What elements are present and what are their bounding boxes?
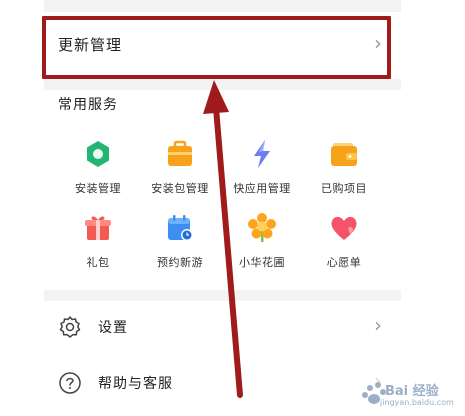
service-label: 小华花圃 [239,256,285,269]
install-hexagon-icon [87,141,109,167]
service-label: 安装管理 [75,182,121,195]
service-quick-app-management[interactable]: 快应用管理 [222,138,302,196]
service-reserve-new-games[interactable]: 预约新游 [140,212,220,270]
wallet-icon [331,143,357,166]
services-title: 常用服务 [58,97,118,113]
service-huawei-garden[interactable]: 小华花圃 [222,212,302,270]
service-package-management[interactable]: 安装包管理 [140,138,220,196]
service-gift-pack[interactable]: 礼包 [58,212,138,270]
help-question-icon [59,372,81,394]
help-label: 帮助与客服 [98,376,173,392]
flower-icon [248,213,276,242]
gear-icon [59,316,81,338]
section-divider [44,79,401,90]
service-install-management[interactable]: 安装管理 [58,138,138,196]
service-wishlist[interactable]: 心愿单 [304,212,384,270]
top-divider [44,0,401,12]
lightning-icon [254,140,270,168]
package-box-icon [168,140,192,166]
highlight-annotation-box [42,16,391,79]
gift-icon [85,216,111,240]
service-purchased-items[interactable]: 已购项目 [304,138,384,196]
calendar-icon [168,215,193,241]
service-label: 预约新游 [157,256,203,269]
watermark-text: Bai 经验 [385,384,439,399]
heart-icon [331,216,357,240]
service-label: 安装包管理 [151,182,209,195]
service-label: 心愿单 [326,256,362,269]
chevron-right-icon: › [374,313,382,337]
settings-row[interactable]: 设置 › [44,299,401,355]
settings-label: 设置 [98,320,128,336]
service-label: 快应用管理 [233,182,291,195]
service-label: 已购项目 [321,182,367,195]
watermark-url: jingyan.baidu.com [380,398,454,407]
service-label: 礼包 [86,256,110,269]
